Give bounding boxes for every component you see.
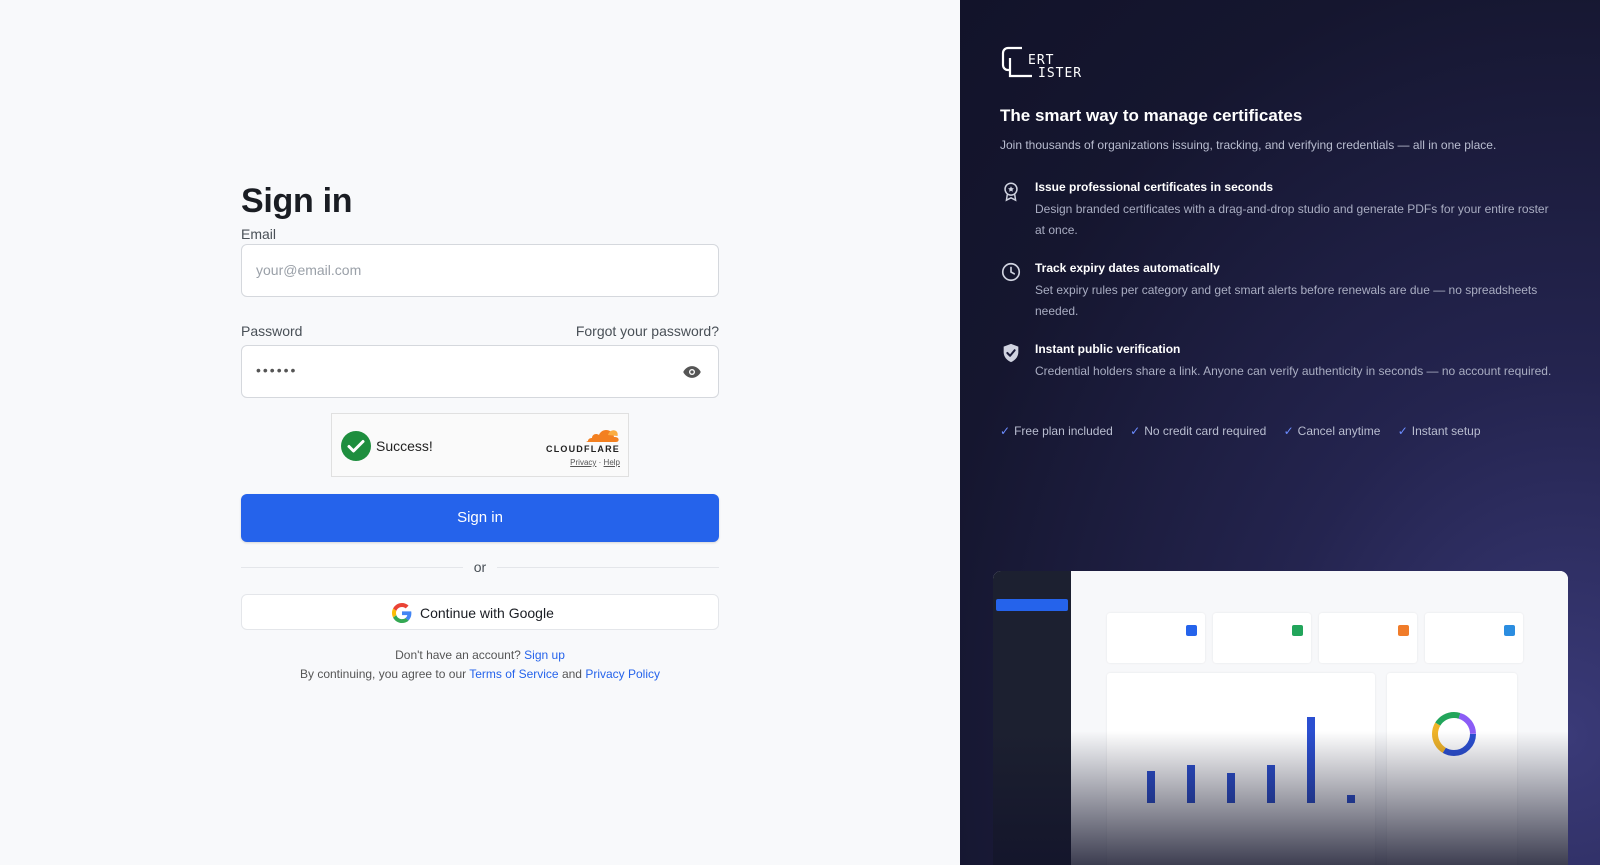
terms-of-service-link[interactable]: Terms of Service [469,667,558,681]
perk-label: No credit card required [1144,424,1267,438]
badge-icon [1004,182,1018,202]
perk-item: ✓ Instant setup [1398,424,1481,438]
perk-item: ✓ No credit card required [1130,424,1266,438]
email-field[interactable]: your@email.com [241,244,719,297]
signin-form: Sign in Email your@email.com Password Fo… [241,180,719,681]
perk-label: Instant setup [1411,424,1481,438]
captcha-separator: · [598,458,602,467]
terms-and: and [561,667,582,681]
promo-pane: ERT ISTER The smart way to manage certif… [960,0,1600,865]
preview-nav-item [996,599,1068,611]
cloudflare-logo-icon [586,430,619,442]
or-divider: or [241,557,719,577]
feature-description: Design branded certificates with a drag-… [1035,202,1549,237]
password-label: Password [241,323,303,339]
promo-subtitle: Join thousands of organizations issuing,… [1000,138,1497,152]
svg-text:ISTER: ISTER [1038,66,1082,81]
preview-nav-item [996,614,1068,626]
cert-lister-logo: ERT ISTER [1001,46,1082,81]
preview-nav-item [996,659,1068,671]
success-check-icon [341,431,371,461]
preview-nav-item [996,629,1068,641]
feature-description: Set expiry rules per category and get sm… [1035,283,1538,318]
dashboard-preview [993,571,1568,865]
preview-nav-item [996,644,1068,656]
preview-stat-card [1319,613,1417,663]
preview-stat-card [1213,613,1311,663]
terms-notice: By continuing, you agree to our Terms of… [241,667,719,681]
eye-icon[interactable] [682,362,702,382]
check-icon: ✓ [1397,424,1408,438]
captcha-links: Privacy · Help [570,458,620,467]
preview-stat-card [1107,613,1205,663]
clock-icon [1001,262,1021,282]
feature-title: Instant public verification [1035,342,1181,356]
sign-in-button[interactable]: Sign in [241,494,719,542]
signup-prompt-text: Don't have an account? [395,648,521,662]
google-signin-button[interactable]: Continue with Google [241,594,719,630]
preview-fade [993,731,1568,865]
captcha-help-link[interactable]: Help [604,458,620,467]
check-icon: ✓ [1130,424,1141,438]
sign-up-link[interactable]: Sign up [524,648,565,662]
signup-prompt: Don't have an account? Sign up [241,648,719,662]
signin-pane: Sign in Email your@email.com Password Fo… [0,0,960,865]
email-label: Email [241,226,277,242]
shield-check-icon [1003,343,1019,363]
perk-item: ✓ Cancel anytime [1284,424,1381,438]
check-icon: ✓ [1000,424,1011,438]
email-placeholder: your@email.com [256,262,362,278]
cloudflare-brand: CLOUDFLARE [546,444,620,454]
password-field[interactable]: •••••• [241,345,719,398]
check-icon: ✓ [1283,424,1294,438]
password-value: •••••• [256,362,298,378]
page-title: Sign in [241,182,353,220]
preview-stat-card [1425,613,1523,663]
perk-label: Cancel anytime [1297,424,1381,438]
perks-list: ✓ Free plan included ✓ No credit card requ… [1000,424,1495,438]
google-button-label: Continue with Google [420,605,554,621]
feature-title: Track expiry dates automatically [1035,261,1220,275]
captcha-privacy-link[interactable]: Privacy [570,458,596,467]
privacy-policy-link[interactable]: Privacy Policy [585,667,660,681]
google-icon [392,603,412,623]
password-row: Password Forgot your password? [241,323,719,341]
captcha-status: Success! [376,438,433,454]
captcha-widget[interactable]: Success! CLOUDFLARE Privacy · Help [331,413,629,477]
feature-title: Issue professional certificates in secon… [1035,180,1274,194]
promo-title: The smart way to manage certificates [1000,106,1303,125]
perk-label: Free plan included [1014,424,1113,438]
perk-item: ✓ Free plan included [1000,424,1113,438]
feature-description: Credential holders share a link. Anyone … [1035,364,1552,378]
terms-prefix: By continuing, you agree to our [300,667,467,681]
divider-line-right [497,567,719,568]
forgot-password-link[interactable]: Forgot your password? [576,323,719,339]
